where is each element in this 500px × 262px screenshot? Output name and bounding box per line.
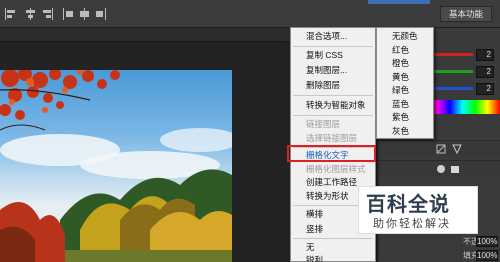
menu-separator	[293, 115, 373, 116]
fill-icon[interactable]	[450, 164, 460, 174]
red-value-field[interactable]: 2	[476, 49, 494, 61]
align-center-icon[interactable]	[24, 7, 38, 21]
menu-item-antialias-sharp[interactable]: 锐利	[291, 253, 375, 262]
menu-item-blending-options[interactable]: 混合选项...	[291, 29, 375, 44]
menu-item-select-linked: 选择链接图层	[306, 133, 358, 143]
menu-separator	[293, 95, 373, 96]
align-left-icon[interactable]	[4, 7, 18, 21]
menu-item-duplicate-layer[interactable]: 复制图层...	[291, 63, 375, 78]
color-option-blue[interactable]: 蓝色	[377, 98, 433, 112]
color-spectrum-bar[interactable]	[425, 100, 500, 114]
options-bar: 基本功能	[0, 0, 500, 28]
menu-separator	[293, 46, 373, 47]
menu-item-link-layers: 链接图层	[306, 119, 341, 129]
watermark-title: 百科全说	[366, 194, 450, 216]
watermark-subtitle: 助你轻松解决	[373, 218, 451, 230]
menu-item-convert-smart-object[interactable]: 转换为智能对象	[291, 98, 375, 113]
autumn-photo	[0, 70, 232, 262]
color-option-gray[interactable]: 灰色	[377, 125, 433, 139]
lock-icon[interactable]	[436, 164, 446, 174]
active-tab-indicator	[368, 0, 430, 4]
color-option-orange[interactable]: 橙色	[377, 57, 433, 71]
style-icon[interactable]	[436, 144, 446, 154]
color-option-green[interactable]: 绿色	[377, 84, 433, 98]
menu-separator	[293, 238, 373, 239]
color-option-violet[interactable]: 紫色	[377, 111, 433, 125]
color-option-none[interactable]: 无颜色	[377, 30, 433, 44]
watermark-logo: 百科全说 助你轻松解决	[358, 186, 478, 234]
opacity-field[interactable]: 100%	[476, 236, 498, 247]
photo-scene	[0, 70, 232, 262]
color-label-submenu: 无颜色 红色 橙色 黄色 绿色 蓝色 紫色 灰色	[376, 27, 434, 139]
distribute-left-icon[interactable]	[62, 7, 76, 21]
distribute-right-icon[interactable]	[93, 7, 107, 21]
align-right-icon[interactable]	[40, 7, 54, 21]
green-value-field[interactable]: 2	[476, 66, 494, 78]
fill-field[interactable]: 100%	[476, 250, 498, 261]
color-option-red[interactable]: 红色	[377, 44, 433, 58]
workspace-switcher-button[interactable]: 基本功能	[440, 6, 492, 22]
menu-item-delete-layer[interactable]: 删除图层	[291, 78, 375, 93]
menu-item-copy-css[interactable]: 复制 CSS	[291, 48, 375, 63]
styles-panel-header	[378, 140, 500, 156]
distribute-center-icon[interactable]	[78, 7, 92, 21]
blue-value-field[interactable]: 2	[476, 83, 494, 95]
color-option-yellow[interactable]: 黄色	[377, 71, 433, 85]
triangle-down-icon[interactable]	[452, 144, 462, 154]
adjustments-row	[378, 160, 500, 176]
highlight-annotation-box	[287, 145, 376, 162]
